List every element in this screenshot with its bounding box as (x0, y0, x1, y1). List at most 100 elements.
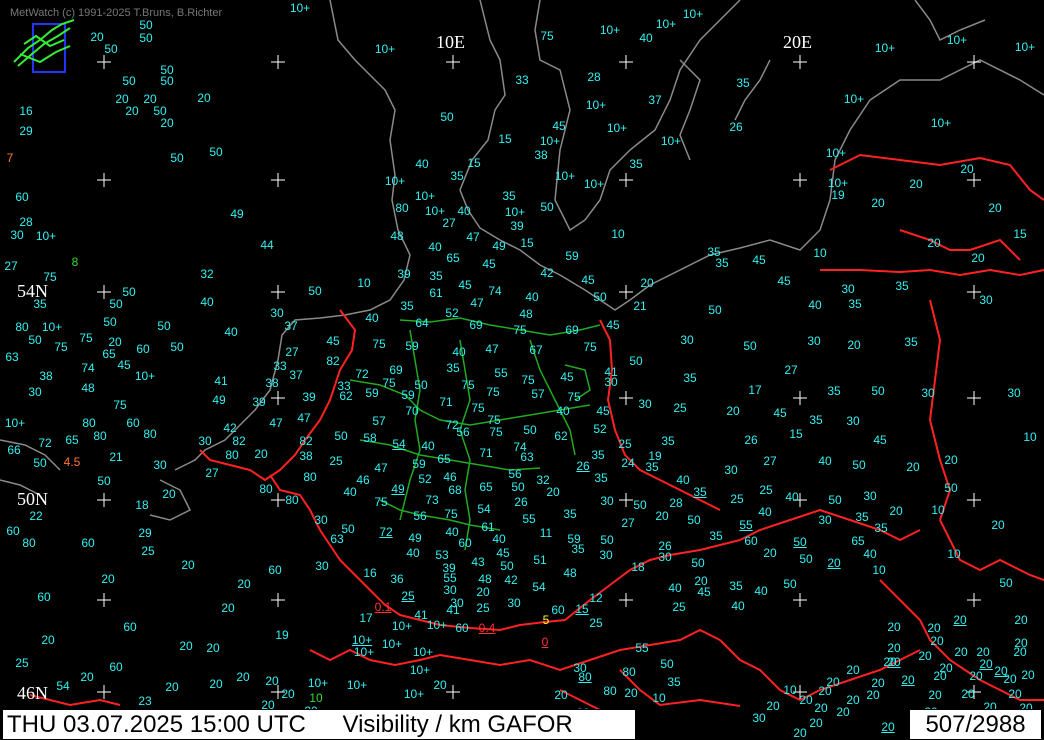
station-value[interactable]: 50 (708, 304, 721, 316)
station-value[interactable]: 35 (571, 543, 584, 555)
station-value[interactable]: 11 (540, 527, 552, 539)
station-value[interactable]: 50 (122, 75, 135, 87)
station-value[interactable]: 45 (326, 335, 339, 347)
station-value[interactable]: 39 (510, 220, 523, 232)
station-value[interactable]: 20 (909, 178, 922, 190)
station-value[interactable]: 50 (334, 430, 347, 442)
station-value[interactable]: 30 (979, 294, 992, 306)
station-value[interactable]: 15 (498, 133, 511, 145)
station-value[interactable]: 10+ (375, 43, 395, 55)
station-value[interactable]: 55 (522, 513, 535, 525)
station-value[interactable]: 47 (269, 417, 282, 429)
station-value[interactable]: 30 (153, 459, 166, 471)
station-value[interactable]: 40 (808, 299, 821, 311)
station-value[interactable]: 80 (622, 666, 635, 678)
station-value[interactable]: 28 (669, 497, 682, 509)
station-value[interactable]: 8 (72, 256, 79, 268)
station-value[interactable]: 10+ (385, 175, 405, 187)
station-value[interactable]: 49 (408, 532, 421, 544)
station-value[interactable]: 20 (906, 461, 919, 473)
station-value[interactable]: 20 (101, 573, 114, 585)
station-value[interactable]: 35 (693, 486, 706, 498)
station-value[interactable]: 56 (413, 510, 426, 522)
station-value[interactable]: 75 (43, 271, 56, 283)
station-value[interactable]: 72 (355, 368, 368, 380)
station-value[interactable]: 50 (633, 499, 646, 511)
station-value[interactable]: 47 (470, 297, 483, 309)
station-value[interactable]: 27 (621, 517, 634, 529)
station-value[interactable]: 20 (818, 685, 831, 697)
station-value[interactable]: 80 (303, 471, 316, 483)
station-value[interactable]: 59 (405, 340, 418, 352)
station-value[interactable]: 50 (170, 152, 183, 164)
station-value[interactable]: 10+ (607, 122, 627, 134)
station-value[interactable]: 30 (638, 398, 651, 410)
station-value[interactable]: 42 (223, 422, 236, 434)
station-value[interactable]: 54 (392, 438, 405, 450)
station-value[interactable]: 20 (1008, 688, 1021, 700)
station-value[interactable]: 10+ (392, 620, 412, 632)
station-value[interactable]: 60 (551, 604, 564, 616)
station-value[interactable]: 45 (697, 586, 710, 598)
station-value[interactable]: 40 (758, 506, 771, 518)
station-value[interactable]: 65 (479, 481, 492, 493)
station-value[interactable]: 30 (599, 549, 612, 561)
station-value[interactable]: 35 (667, 676, 680, 688)
station-value[interactable]: 65 (851, 535, 864, 547)
station-value[interactable]: 71 (479, 447, 492, 459)
station-value[interactable]: 20 (953, 614, 966, 626)
station-value[interactable]: 59 (401, 389, 414, 401)
station-value[interactable]: 7 (7, 152, 14, 164)
station-value[interactable]: 20 (265, 675, 278, 687)
station-value[interactable]: 20 (221, 602, 234, 614)
station-value[interactable]: 25 (141, 545, 154, 557)
station-value[interactable]: 20 (254, 448, 267, 460)
station-value[interactable]: 72 (379, 526, 392, 538)
station-value[interactable]: 10+ (382, 638, 402, 650)
station-value[interactable]: 20 (181, 559, 194, 571)
station-value[interactable]: 75 (372, 338, 385, 350)
station-value[interactable]: 27 (4, 260, 17, 272)
station-value[interactable]: 20 (928, 689, 941, 701)
station-value[interactable]: 80 (285, 494, 298, 506)
station-value[interactable]: 29 (138, 527, 151, 539)
station-value[interactable]: 50 (593, 291, 606, 303)
station-value[interactable]: 71 (439, 396, 452, 408)
station-value[interactable]: 50 (414, 379, 427, 391)
station-value[interactable]: 50 (793, 536, 806, 548)
station-value[interactable]: 20 (125, 105, 138, 117)
station-value[interactable]: 20 (944, 454, 957, 466)
station-value[interactable]: 40 (224, 326, 237, 338)
station-value[interactable]: 42 (504, 574, 517, 586)
station-value[interactable]: 75 (461, 379, 474, 391)
station-value[interactable]: 75 (471, 402, 484, 414)
station-value[interactable]: 20 (930, 635, 943, 647)
station-value[interactable]: 35 (874, 522, 887, 534)
station-value[interactable]: 57 (372, 415, 385, 427)
station-value[interactable]: 16 (19, 105, 32, 117)
station-value[interactable]: 20 (933, 670, 946, 682)
station-value[interactable]: 20 (433, 679, 446, 691)
station-value[interactable]: 10+ (42, 321, 62, 333)
station-value[interactable]: 4.5 (64, 456, 81, 468)
station-value[interactable]: 47 (374, 462, 387, 474)
station-value[interactable]: 20 (994, 665, 1007, 677)
station-value[interactable]: 60 (6, 525, 19, 537)
station-value[interactable]: 17 (748, 384, 761, 396)
station-value[interactable]: 30 (600, 495, 613, 507)
station-value[interactable]: 46 (443, 471, 456, 483)
station-value[interactable]: 20 (726, 405, 739, 417)
station-value[interactable]: 20 (847, 339, 860, 351)
station-value[interactable]: 35 (855, 511, 868, 523)
station-value[interactable]: 60 (109, 661, 122, 673)
station-value[interactable]: 22 (29, 510, 42, 522)
station-value[interactable]: 35 (563, 508, 576, 520)
station-value[interactable]: 60 (126, 417, 139, 429)
station-value[interactable]: 32 (200, 268, 213, 280)
station-value[interactable]: 50 (160, 75, 173, 87)
station-value[interactable]: 54 (56, 680, 69, 692)
station-value[interactable]: 50 (828, 494, 841, 506)
station-value[interactable]: 27 (442, 217, 455, 229)
station-value[interactable]: 40 (415, 158, 428, 170)
station-value[interactable]: 35 (645, 461, 658, 473)
